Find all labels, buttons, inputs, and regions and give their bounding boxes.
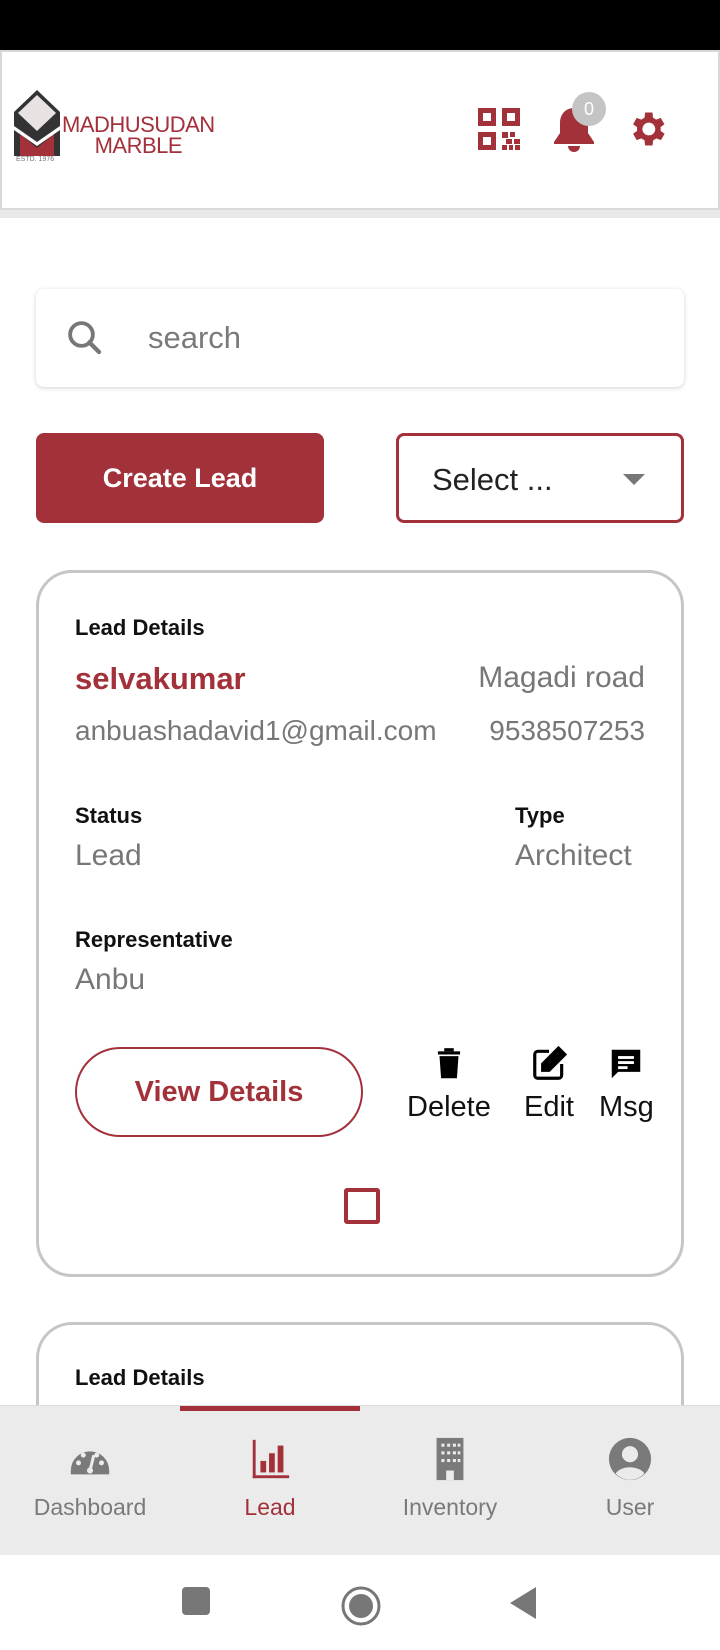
- lead-select-checkbox[interactable]: [344, 1188, 380, 1224]
- notification-badge: 0: [572, 92, 606, 126]
- chevron-down-icon: [623, 474, 645, 485]
- bottom-nav: Dashboard Lead Inventory User: [0, 1405, 720, 1555]
- nav-item-lead[interactable]: Lead: [180, 1406, 360, 1556]
- msg-button[interactable]: Msg: [599, 1045, 654, 1124]
- brand-name: MADHUSUDAN MARBLE: [62, 112, 215, 158]
- lead-details-label: Lead Details: [75, 615, 205, 640]
- back-icon[interactable]: [508, 1585, 538, 1621]
- recents-icon[interactable]: [181, 1585, 211, 1617]
- type-label: Type: [515, 803, 565, 828]
- type-value: Architect: [515, 839, 632, 872]
- lead-email: anbuashadavid1@gmail.com: [75, 715, 437, 746]
- brand-line-2: MARBLE: [94, 133, 183, 158]
- dashboard-gauge-icon: [70, 1451, 110, 1475]
- search-box[interactable]: [36, 289, 684, 387]
- message-icon: [612, 1049, 641, 1079]
- representative-value: Anbu: [75, 963, 146, 996]
- status-value: Lead: [75, 839, 142, 872]
- lead-phone: 9538507253: [489, 715, 645, 746]
- filter-select[interactable]: Select ...: [396, 433, 684, 523]
- search-icon: [68, 321, 102, 355]
- nav-label-lead: Lead: [244, 1494, 296, 1520]
- brand-estd: ESTD. 1976: [16, 156, 55, 163]
- home-icon[interactable]: [340, 1585, 382, 1627]
- representative-label: Representative: [75, 927, 233, 952]
- building-icon: [436, 1437, 464, 1481]
- delete-label: Delete: [407, 1091, 491, 1123]
- nav-item-dashboard[interactable]: Dashboard: [0, 1406, 180, 1556]
- user-icon: [608, 1437, 652, 1481]
- qr-code-icon[interactable]: [476, 106, 522, 152]
- nav-item-user[interactable]: User: [540, 1406, 720, 1556]
- lead-name: selvakumar: [75, 661, 246, 696]
- edit-label: Edit: [524, 1091, 574, 1123]
- status-bar: [0, 0, 720, 50]
- trash-icon: [437, 1048, 460, 1079]
- nav-label-user: User: [605, 1494, 655, 1520]
- lead-details-label: Lead Details: [75, 1365, 205, 1390]
- nav-label-inventory: Inventory: [402, 1494, 498, 1520]
- brand-line-1: MADHUSUDAN: [62, 112, 215, 137]
- header-divider: [0, 210, 720, 218]
- search-input[interactable]: [148, 309, 648, 367]
- edit-button[interactable]: Edit: [524, 1045, 574, 1124]
- nav-label-dashboard: Dashboard: [33, 1494, 147, 1520]
- nav-item-inventory[interactable]: Inventory: [360, 1406, 540, 1556]
- select-value: Select ...: [432, 462, 553, 497]
- gear-icon[interactable]: [624, 106, 670, 152]
- app-header: MADHUSUDAN MARBLE ESTD. 1976 0: [0, 50, 720, 210]
- lead-location: Magadi road: [478, 661, 645, 694]
- logo-mark-icon: [14, 90, 60, 156]
- delete-button[interactable]: Delete: [407, 1045, 491, 1124]
- brand-logo: MADHUSUDAN MARBLE ESTD. 1976: [14, 90, 224, 168]
- lead-card: Lead Details selvakumar Magadi road anbu…: [36, 570, 684, 1277]
- bar-chart-icon: [252, 1439, 290, 1479]
- status-label: Status: [75, 803, 143, 828]
- create-lead-button[interactable]: Create Lead: [36, 433, 324, 523]
- edit-icon: [533, 1045, 568, 1080]
- msg-label: Msg: [599, 1091, 654, 1123]
- system-nav-bar: [0, 1555, 720, 1650]
- view-details-button[interactable]: View Details: [75, 1047, 363, 1137]
